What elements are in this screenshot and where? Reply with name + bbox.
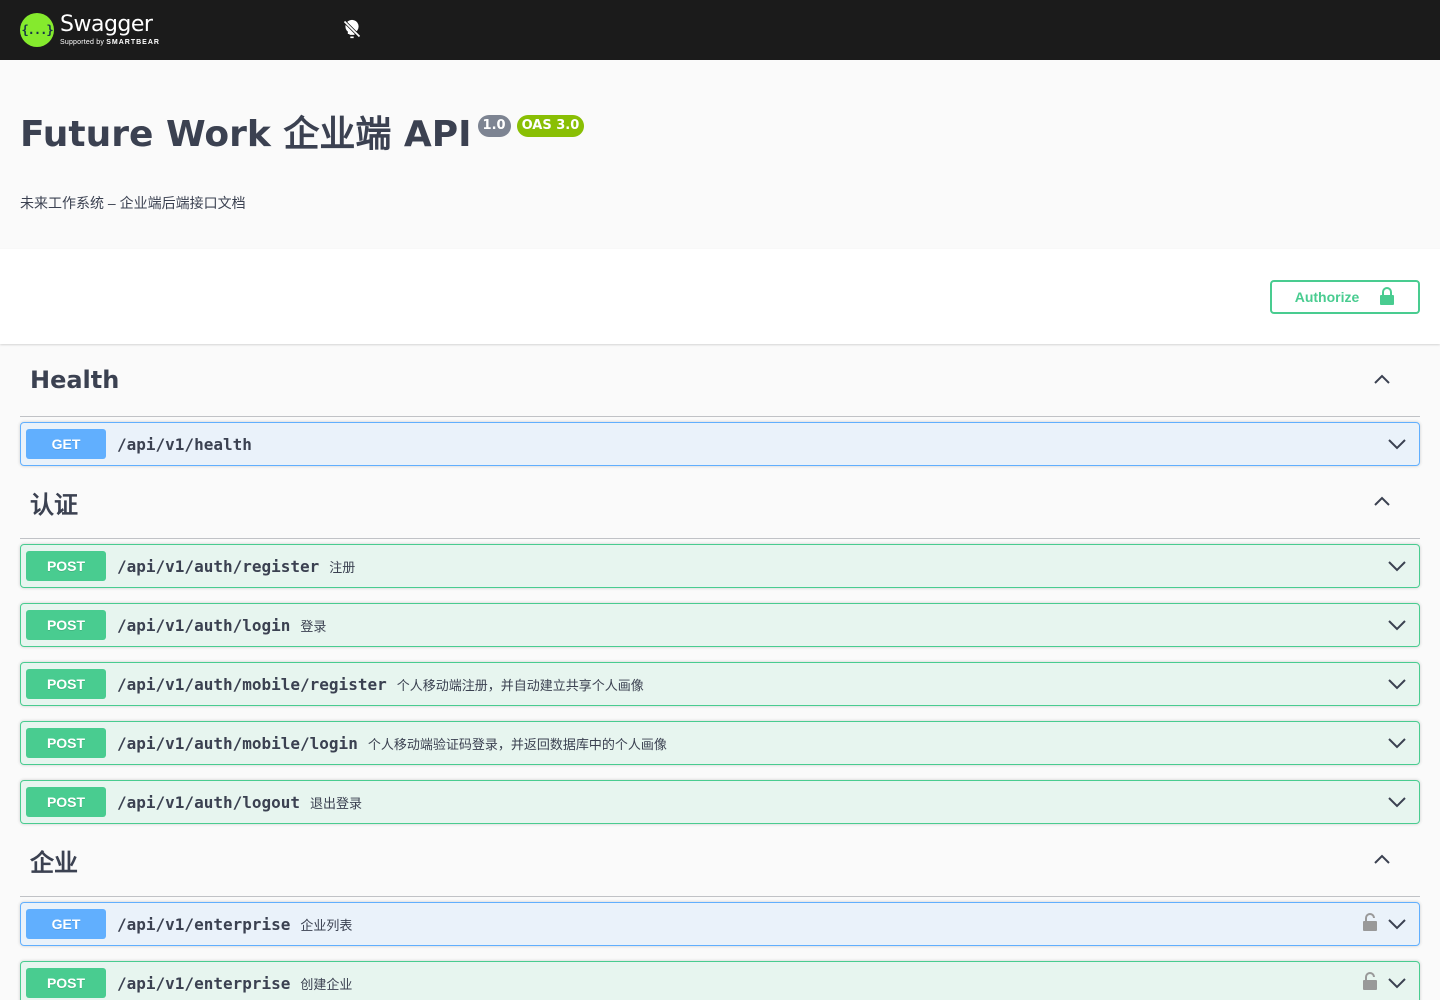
operation-summary: 登录 <box>300 618 327 634</box>
operation-get[interactable]: GET /api/v1/health <box>20 422 1420 466</box>
api-info: Future Work 企业端 API 1.0 OAS 3.0 未来工作系统 –… <box>0 60 1440 249</box>
tag-header[interactable]: 认证 <box>20 466 1420 539</box>
logo-title: Swagger <box>60 12 153 37</box>
method-badge: GET <box>26 909 106 939</box>
swagger-logo-icon: {...} <box>20 13 54 47</box>
swagger-logo[interactable]: {...} Swagger Supported by SMARTBEAR <box>20 13 160 47</box>
tag-section: 企业 GET /api/v1/enterprise 企业列表 POST /api… <box>20 824 1420 1000</box>
operation-summary: 创建企业 <box>300 976 353 992</box>
chevron-down-icon[interactable] <box>1385 672 1409 696</box>
operation-path: /api/v1/enterprise <box>117 973 291 993</box>
operation-controls <box>1363 971 1409 995</box>
method-badge: POST <box>26 551 106 581</box>
scheme-container: Authorize <box>0 249 1440 344</box>
operation-post[interactable]: POST /api/v1/auth/register 注册 <box>20 544 1420 588</box>
method-badge: POST <box>26 968 106 998</box>
method-badge: GET <box>26 429 106 459</box>
operation-controls <box>1385 554 1409 578</box>
logo-sub-brand: SMARTBEAR <box>106 39 160 46</box>
tag-header[interactable]: Health <box>20 344 1420 417</box>
logo-subtitle: Supported by SMARTBEAR <box>60 39 160 46</box>
operation-controls <box>1363 912 1409 936</box>
operation-path: /api/v1/auth/mobile/login <box>117 733 358 753</box>
operation-controls <box>1385 672 1409 696</box>
tag-header[interactable]: 企业 <box>20 824 1420 897</box>
operation-get[interactable]: GET /api/v1/enterprise 企业列表 <box>20 902 1420 946</box>
operations-list: Health GET /api/v1/health 认证 POST /api/v… <box>0 344 1440 1000</box>
chevron-down-icon[interactable] <box>1385 971 1409 995</box>
lightbulb-off-icon[interactable] <box>340 17 364 41</box>
operation-controls <box>1385 790 1409 814</box>
authorize-label: Authorize <box>1294 289 1360 305</box>
operation-post[interactable]: POST /api/v1/auth/mobile/register 个人移动端注… <box>20 662 1420 706</box>
operation-summary: 个人移动端验证码登录，并返回数据库中的个人画像 <box>367 736 667 752</box>
operation-summary: 退出登录 <box>310 795 363 811</box>
operation-path: /api/v1/enterprise <box>117 914 291 934</box>
operation-summary: 注册 <box>329 559 356 575</box>
chevron-down-icon[interactable] <box>1385 554 1409 578</box>
chevron-up-icon[interactable] <box>1370 490 1394 514</box>
operation-path: /api/v1/auth/logout <box>117 792 301 812</box>
lock-icon[interactable] <box>1363 912 1377 936</box>
operation-controls <box>1385 613 1409 637</box>
operation-summary: 个人移动端注册，并自动建立共享个人画像 <box>396 677 644 693</box>
chevron-down-icon[interactable] <box>1385 912 1409 936</box>
title-row: Future Work 企业端 API 1.0 OAS 3.0 <box>20 115 1420 155</box>
api-description: 未来工作系统 – 企业端后端接口文档 <box>20 194 246 211</box>
oas-badge: OAS 3.0 <box>516 115 585 137</box>
tag-section: 认证 POST /api/v1/auth/register 注册 POST /a… <box>20 466 1420 824</box>
operation-controls <box>1385 432 1409 456</box>
operation-controls <box>1385 731 1409 755</box>
chevron-up-icon[interactable] <box>1370 848 1394 872</box>
method-badge: POST <box>26 787 106 817</box>
operation-path: /api/v1/auth/mobile/register <box>117 674 387 694</box>
topbar: {...} Swagger Supported by SMARTBEAR <box>0 0 1440 60</box>
lock-icon[interactable] <box>1363 971 1377 995</box>
operation-path: /api/v1/auth/register <box>117 556 320 576</box>
operation-post[interactable]: POST /api/v1/auth/mobile/login 个人移动端验证码登… <box>20 721 1420 765</box>
tag-section: Health GET /api/v1/health <box>20 344 1420 466</box>
chevron-down-icon[interactable] <box>1385 790 1409 814</box>
tag-name: Health <box>30 366 120 394</box>
lock-icon <box>1379 286 1395 308</box>
tag-name: 企业 <box>30 848 78 877</box>
operation-post[interactable]: POST /api/v1/enterprise 创建企业 <box>20 961 1420 1000</box>
version-badge: 1.0 <box>477 115 511 137</box>
tag-name: 认证 <box>30 490 78 519</box>
api-title: Future Work 企业端 API <box>20 114 472 155</box>
operation-post[interactable]: POST /api/v1/auth/login 登录 <box>20 603 1420 647</box>
operation-path: /api/v1/health <box>117 434 252 454</box>
method-badge: POST <box>26 610 106 640</box>
chevron-down-icon[interactable] <box>1385 731 1409 755</box>
authorize-button[interactable]: Authorize <box>1270 280 1420 314</box>
chevron-down-icon[interactable] <box>1385 613 1409 637</box>
method-badge: POST <box>26 669 106 699</box>
chevron-up-icon[interactable] <box>1370 368 1394 392</box>
operation-post[interactable]: POST /api/v1/auth/logout 退出登录 <box>20 780 1420 824</box>
logo-text: Swagger Supported by SMARTBEAR <box>60 12 160 47</box>
operation-path: /api/v1/auth/login <box>117 615 291 635</box>
logo-sub-prefix: Supported by <box>60 39 105 46</box>
chevron-down-icon[interactable] <box>1385 432 1409 456</box>
operation-summary: 企业列表 <box>300 917 353 933</box>
method-badge: POST <box>26 728 106 758</box>
